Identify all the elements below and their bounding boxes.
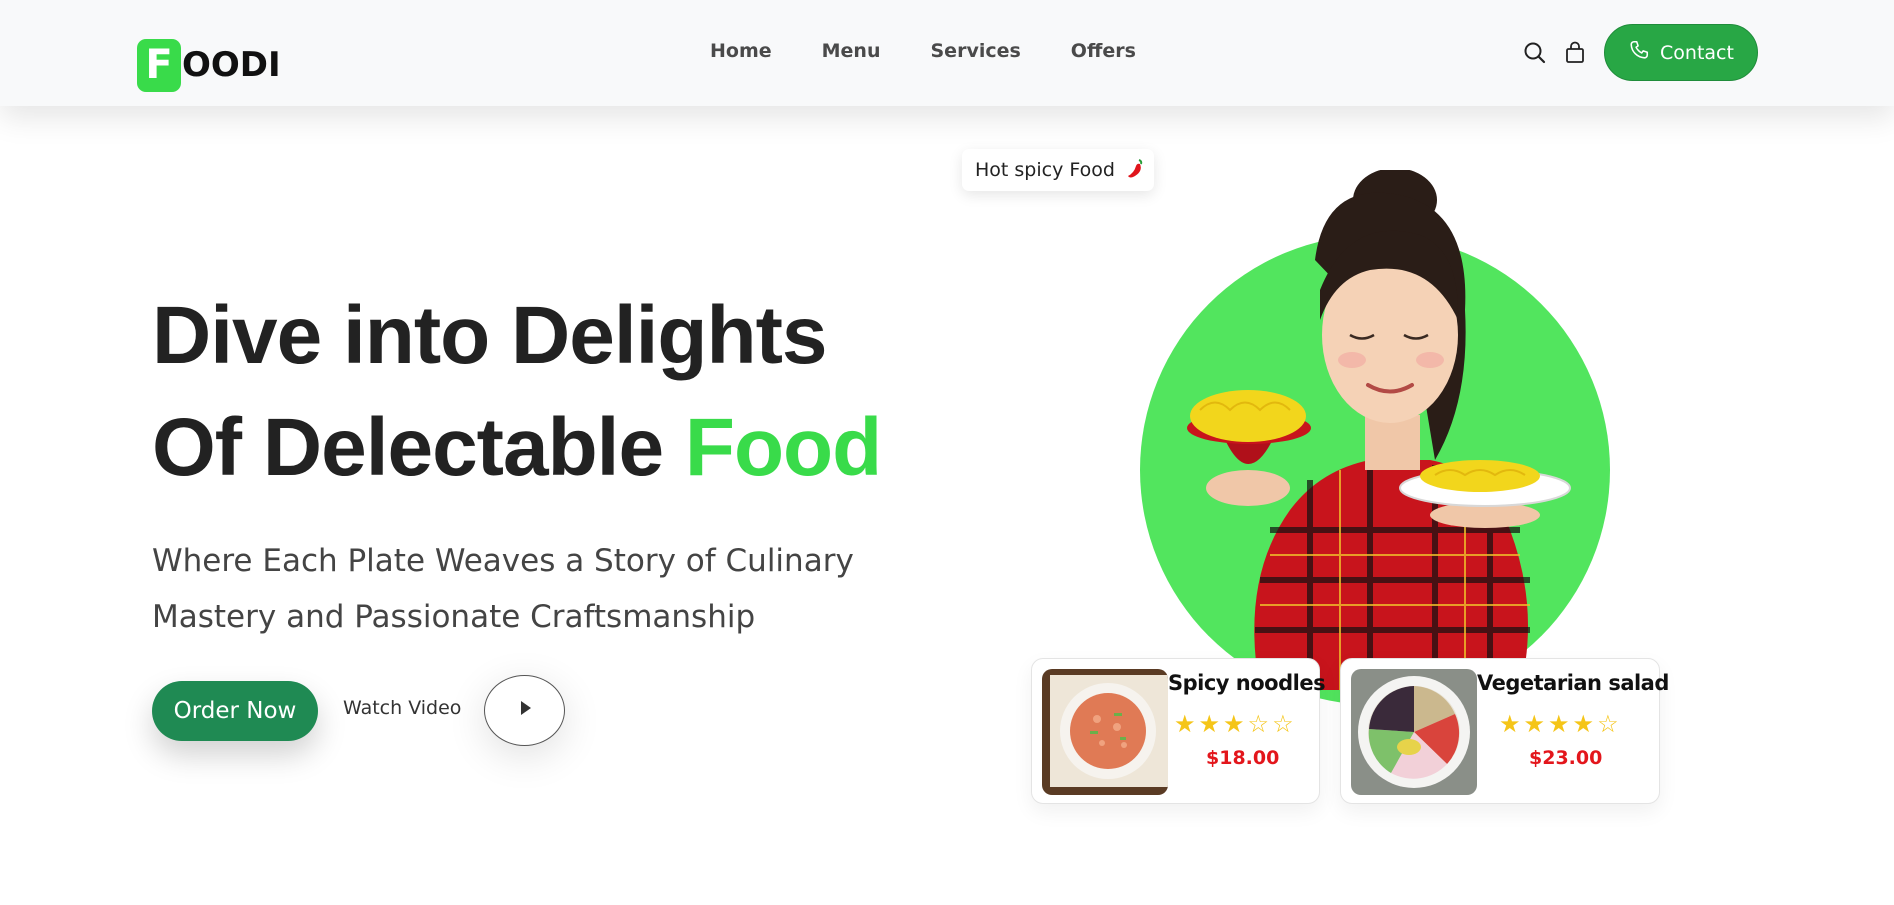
star-filled-icon: ★ <box>1223 711 1245 738</box>
card-price: $23.00 <box>1529 747 1603 769</box>
star-empty-icon: ☆ <box>1247 711 1270 738</box>
salad-bowl-photo <box>1351 669 1477 795</box>
star-filled-icon: ★ <box>1572 711 1595 738</box>
headline-line-1: Dive into Delights <box>152 290 828 381</box>
play-icon <box>515 698 535 723</box>
order-now-button[interactable]: Order Now <box>152 681 318 741</box>
card-title: Spicy noodles <box>1168 671 1326 695</box>
contact-button[interactable]: Contact <box>1604 24 1758 81</box>
search-icon[interactable] <box>1522 40 1548 66</box>
headline-line-2: Of Delectable Food <box>152 392 882 504</box>
shopping-bag-icon[interactable] <box>1562 40 1588 66</box>
star-filled-icon: ★ <box>1548 711 1570 738</box>
tag-label: Hot spicy Food <box>975 159 1115 181</box>
nav-services[interactable]: Services <box>931 40 1021 62</box>
card-title: Vegetarian salad <box>1477 671 1669 695</box>
logo-badge: F <box>137 38 181 92</box>
card-price: $18.00 <box>1206 747 1280 769</box>
noodles-plate-photo <box>1042 669 1168 795</box>
hero-subline: Where Each Plate Weaves a Story of Culin… <box>152 543 854 635</box>
logo-wordmark: OODI <box>182 45 281 85</box>
star-filled-icon: ★ <box>1198 711 1221 738</box>
contact-label: Contact <box>1660 41 1734 64</box>
play-video-button[interactable] <box>484 675 565 746</box>
hero-woman-image <box>1120 168 1640 700</box>
nav-menu[interactable]: Menu <box>822 40 881 62</box>
star-empty-icon: ☆ <box>1272 711 1294 738</box>
logo[interactable]: F OODI <box>137 38 281 92</box>
star-filled-icon: ★ <box>1499 711 1521 738</box>
food-card-vegetarian-salad[interactable]: Vegetarian salad ★ ★ ★ ★ ☆ $23.00 <box>1340 658 1669 804</box>
main-nav: Home Menu Services Offers <box>710 40 1136 62</box>
food-card-spicy-noodles[interactable]: Spicy noodles ★ ★ ★ ☆ ☆ $18.00 <box>1031 658 1326 804</box>
headline-highlight: Food <box>684 402 882 493</box>
star-empty-icon: ☆ <box>1597 711 1619 738</box>
nav-offers[interactable]: Offers <box>1071 40 1136 62</box>
chili-pepper-icon <box>1125 157 1145 184</box>
star-filled-icon: ★ <box>1174 711 1196 738</box>
headline-line-2-prefix: Of Delectable <box>152 402 685 493</box>
rating-stars: ★ ★ ★ ☆ ☆ <box>1174 713 1294 737</box>
watch-video-link[interactable]: Watch Video <box>343 697 461 719</box>
rating-stars: ★ ★ ★ ★ ☆ <box>1499 713 1619 737</box>
nav-home[interactable]: Home <box>710 40 772 62</box>
hero-headline: Dive into Delights Of Delectable Food <box>152 280 882 504</box>
phone-icon <box>1628 39 1650 66</box>
star-filled-icon: ★ <box>1523 711 1546 738</box>
site-header: F OODI Home Menu Services Offers Contact <box>0 0 1894 106</box>
hot-spicy-tag: Hot spicy Food <box>962 149 1154 191</box>
